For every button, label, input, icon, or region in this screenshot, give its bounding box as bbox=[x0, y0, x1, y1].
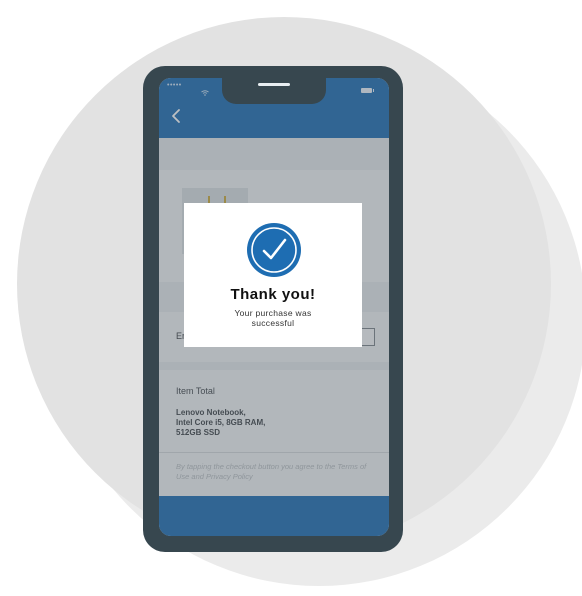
speaker-grille bbox=[258, 83, 290, 86]
checkmark-circle-icon bbox=[247, 223, 301, 277]
phone-screen: ••••• Er Item Total Lenovo Notebook, Int… bbox=[159, 78, 389, 536]
phone-frame: ••••• Er Item Total Lenovo Notebook, Int… bbox=[143, 66, 403, 552]
phone-notch bbox=[222, 77, 326, 104]
modal-title: Thank you! bbox=[230, 286, 316, 303]
modal-message: Your purchase was successful bbox=[234, 308, 312, 328]
success-dialog: Thank you! Your purchase was successful bbox=[184, 203, 362, 347]
